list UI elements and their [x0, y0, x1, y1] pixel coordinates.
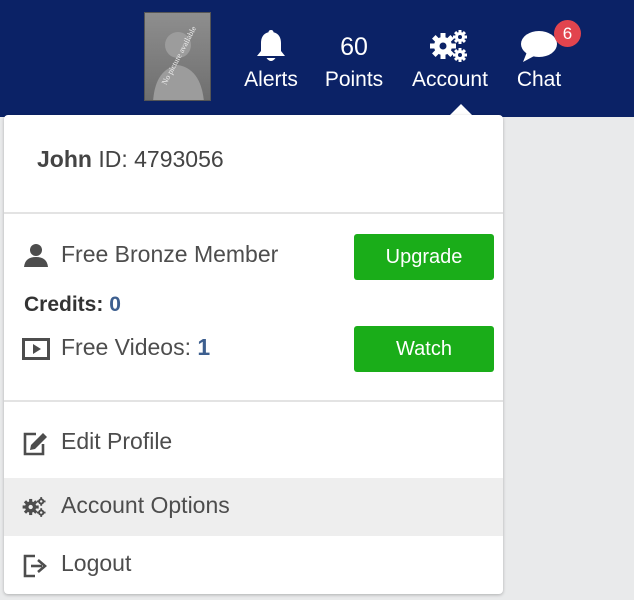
menu-item-logout[interactable]: Logout: [4, 536, 503, 594]
gears-icon: [430, 30, 467, 62]
credits: Credits: 0: [24, 293, 121, 317]
edit-icon: [23, 432, 47, 456]
watch-button[interactable]: Watch: [354, 326, 494, 372]
chat-bubble-icon: [521, 31, 557, 62]
credits-label: Credits:: [24, 293, 104, 316]
nav-points-label: Points: [324, 68, 384, 91]
nav-points[interactable]: 60 Points: [320, 0, 388, 117]
divider: [4, 212, 503, 214]
video-play-icon: [22, 338, 50, 360]
menu-item-label: Account Options: [61, 492, 230, 518]
nav-chat-label: Chat: [516, 68, 562, 91]
nav-alerts[interactable]: Alerts: [240, 0, 302, 117]
bell-icon: [257, 30, 285, 61]
logout-icon: [23, 554, 47, 578]
free-videos-label: Free Videos:: [61, 334, 191, 360]
chat-unread-badge: 6: [554, 20, 581, 47]
credits-value: 0: [109, 293, 121, 316]
user-id: 4793056: [134, 146, 224, 172]
nav-account[interactable]: Account: [404, 0, 496, 117]
divider: [4, 400, 503, 402]
avatar[interactable]: No picture available: [144, 12, 211, 101]
user-info: John ID: 4793056: [37, 146, 224, 173]
points-value: 60: [340, 33, 368, 61]
account-dropdown: John ID: 4793056 Free Bronze Member Upgr…: [4, 115, 503, 594]
free-videos: Free Videos: 1: [61, 334, 210, 361]
menu-item-account-options[interactable]: Account Options: [4, 478, 503, 536]
gears-icon: [22, 497, 46, 517]
menu-item-label: Logout: [61, 550, 132, 576]
membership-level: Free Bronze Member: [61, 241, 279, 267]
nav-chat[interactable]: Chat: [510, 0, 568, 117]
menu-item-label: Edit Profile: [61, 428, 173, 454]
user-icon: [24, 244, 48, 267]
top-navbar: No picture available Alerts 60 Points Ac…: [0, 0, 634, 117]
user-name: John: [37, 146, 92, 172]
free-videos-value: 1: [197, 334, 211, 360]
user-id-label: ID:: [98, 146, 128, 172]
upgrade-button[interactable]: Upgrade: [354, 234, 494, 280]
nav-account-label: Account: [412, 68, 488, 91]
nav-alerts-label: Alerts: [244, 68, 298, 91]
menu-item-edit-profile[interactable]: Edit Profile: [4, 414, 503, 472]
